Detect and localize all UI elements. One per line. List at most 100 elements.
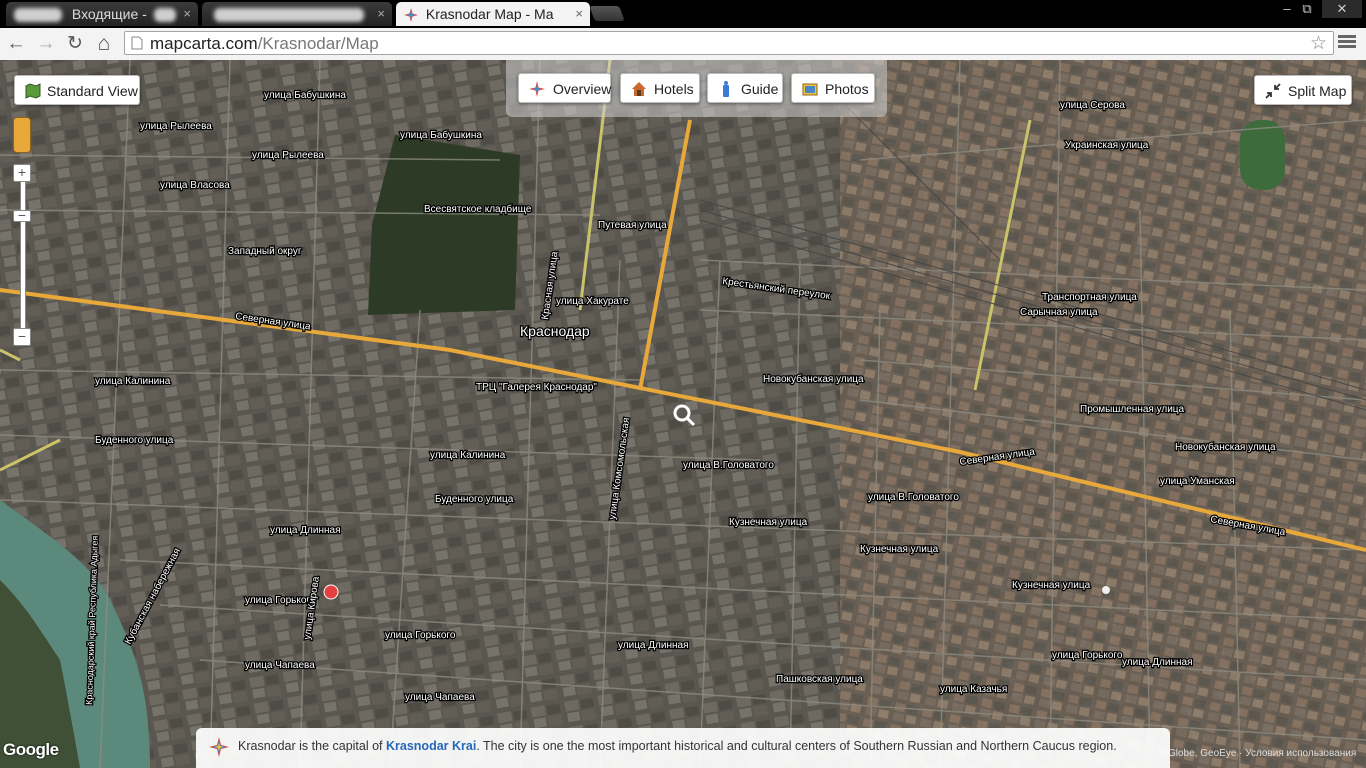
hotels-button[interactable]: Hotels [620, 73, 700, 103]
browser-toolbar: ← → ↻ ⌂ mapcarta.com/Krasnodar/Map ☆ [0, 28, 1366, 61]
reload-icon[interactable]: ↻ [63, 32, 87, 56]
url-path: /Krasnodar/Map [257, 34, 379, 53]
map-label-kuznechnaya: Кузнечная улица [729, 517, 808, 528]
map-label-ryleeva-2: улица Рылеева [252, 150, 324, 161]
tab-title-blurred [214, 8, 364, 23]
collapse-arrows-icon [1265, 83, 1281, 99]
guide-icon [723, 81, 729, 97]
map-label-pashkovskaya: Пашковская улица [776, 674, 863, 685]
map-label-dlinnaya-3: улица Длинная [1122, 657, 1192, 668]
map-label-district: Западный округ [228, 246, 302, 257]
map-label-babushkina-2: улица Бабушкина [400, 129, 482, 141]
menu-icon[interactable] [1338, 35, 1356, 49]
info-bar: Krasnodar is the capital of Krasnodar Kr… [196, 728, 1170, 768]
zoom-handle[interactable]: − [13, 208, 31, 222]
map-label-golovatogo: улица В.Головатого [683, 460, 774, 471]
map-label-sarichnaya: Сарычная улица [1020, 307, 1098, 318]
map-label-kazachya: улица Казачья [940, 684, 1007, 695]
zoom-slider[interactable] [20, 172, 26, 329]
map-label-ukrainskaya: Украинская улица [1065, 140, 1149, 151]
hotels-label: Hotels [654, 81, 694, 97]
maximize-icon[interactable]: ⧉ [1292, 0, 1322, 18]
guide-label: Guide [741, 81, 779, 97]
house-icon [632, 82, 646, 96]
map-label-ryleeva: улица Рылеева [140, 121, 212, 132]
map-label-hakurate: улица Хакурате [556, 296, 629, 307]
map-label-mall: ТРЦ "Галерея Краснодар" [476, 382, 597, 393]
map-attribution[interactable]: Globe, GeoEye · Условия использования [1168, 748, 1356, 759]
location-marker [323, 584, 339, 600]
map-label-novokubanskaya: Новокубанская улица [763, 373, 864, 385]
overview-button[interactable]: Overview [518, 73, 611, 103]
map-label-promyshlennaya: Промышленная улица [1080, 404, 1185, 415]
tab-inbox[interactable]: Входящие - × [6, 2, 198, 26]
map-label-cemetery: Всесвятское кладбище [424, 203, 532, 215]
address-bar[interactable]: mapcarta.com/Krasnodar/Map ☆ [124, 31, 1334, 55]
satellite-map[interactable]: Северная улица Северная улица Северная у… [0, 60, 1366, 768]
split-map-button[interactable]: Split Map [1254, 75, 1352, 105]
map-label-babushkina: улица Бабушкина [264, 89, 346, 101]
map-label-umanskaya: улица Уманская [1160, 476, 1235, 487]
standard-view-label: Standard View [47, 83, 138, 99]
photos-button[interactable]: Photos [791, 73, 875, 103]
tab-title-blurred [153, 8, 176, 23]
tab-close-icon[interactable]: × [575, 2, 583, 26]
bookmark-star-icon[interactable]: ☆ [1310, 32, 1327, 55]
standard-view-button[interactable]: Standard View [14, 75, 140, 105]
map-label-kalinina: улица Калинина [95, 376, 171, 387]
map-label-budennogo-2: Буденного улица [435, 494, 514, 505]
tab-title: Входящие - [71, 6, 147, 22]
compass-icon [529, 81, 545, 97]
map-label-transportnaya: Транспортная улица [1042, 292, 1137, 303]
zoom-out-button[interactable]: − [13, 328, 31, 346]
split-map-label: Split Map [1288, 83, 1347, 99]
map-label-kalinina-2: улица Калинина [430, 450, 506, 461]
map-label-gorkogo: улица Горького [245, 595, 316, 606]
new-tab-button[interactable] [589, 6, 625, 21]
map-label-kuznechnaya-3: Кузнечная улица [1012, 580, 1091, 591]
tab-strip: Входящие - × × Krasnodar Map - Ma × – ⧉ … [0, 0, 1366, 28]
forward-icon[interactable]: → [34, 32, 58, 56]
top-nav-panel: Overview Hotels Guide Photos [506, 60, 887, 117]
map-label-vlasova: улица Власова [160, 180, 230, 191]
overview-label: Overview [553, 81, 612, 97]
map-label-dlinnaya: улица Длинная [270, 525, 340, 536]
url-text: mapcarta.com/Krasnodar/Map [150, 34, 379, 54]
map-label-chapaeva: улица Чапаева [245, 660, 315, 671]
map-label-gorkogo-2: улица Горького [385, 630, 456, 641]
url-host: mapcarta.com [150, 34, 258, 53]
map-label-putevaya: Путевая улица [598, 220, 667, 231]
map-label-chapaeva-2: улица Чапаева [405, 692, 475, 703]
map-label-budennogo: Буденного улица [95, 435, 174, 446]
pegman-icon[interactable] [13, 117, 31, 153]
map-label-serova: улица Серова [1060, 100, 1125, 111]
map-label-gorkogo-3: улица Горького [1052, 650, 1123, 661]
map-label-novokubanskaya-2: Новокубанская улица [1175, 441, 1276, 453]
photos-icon [802, 83, 818, 96]
tab-title: Krasnodar Map - Ma [425, 6, 554, 22]
home-icon[interactable]: ⌂ [92, 32, 116, 56]
map-icon [25, 83, 41, 99]
photos-label: Photos [825, 81, 869, 97]
map-label-dlinnaya-2: улица Длинная [618, 640, 688, 651]
mapcarta-logo-icon [209, 737, 229, 757]
tab-close-icon[interactable]: × [183, 2, 191, 26]
info-text-start: Krasnodar is the capital of [238, 739, 386, 753]
guide-button[interactable]: Guide [707, 73, 783, 103]
zoom-in-button[interactable]: + [13, 164, 31, 182]
info-text-end: . The city is one the most important his… [476, 739, 1117, 753]
page-icon [131, 36, 143, 50]
tab-favicon-blurred [14, 8, 62, 23]
map-label-golovatogo-2: улица В.Головатого [868, 492, 959, 503]
tab-krasnodar-map[interactable]: Krasnodar Map - Ma × [396, 2, 590, 26]
back-icon[interactable]: ← [4, 32, 28, 56]
krasnodar-krai-link[interactable]: Krasnodar Krai [386, 739, 476, 753]
map-label-kuznechnaya-2: Кузнечная улица [860, 544, 939, 555]
map-label-city: Краснодар [520, 323, 590, 339]
google-logo: Google [3, 740, 59, 759]
map-imagery[interactable]: Северная улица Северная улица Северная у… [0, 60, 1366, 768]
close-window-icon[interactable]: ✕ [1322, 0, 1362, 18]
mapcarta-favicon-icon [404, 8, 418, 23]
tab-blurred[interactable]: × [202, 2, 392, 26]
tab-close-icon[interactable]: × [377, 2, 385, 26]
